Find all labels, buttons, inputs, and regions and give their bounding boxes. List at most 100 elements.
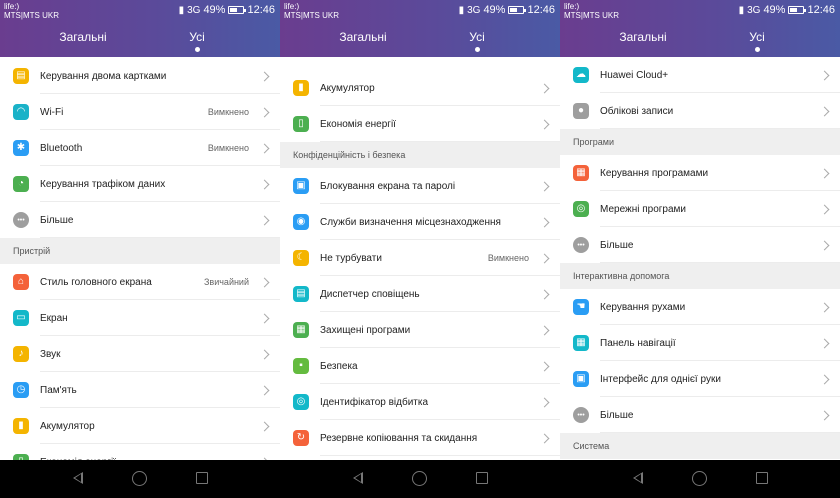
header: life:) MTS|MTS UKR ▮ 3G 49% 12:46 Загаль… — [0, 0, 280, 57]
settings-item-label: Мережні програми — [600, 203, 686, 215]
settings-item[interactable]: ••• Більше — [560, 397, 840, 433]
settings-item[interactable]: ◎ Ідентифікатор відбитка — [280, 384, 560, 420]
settings-item-label: Служби визначення місцезнаходження — [320, 216, 501, 228]
fingerprint-icon: ◎ — [293, 394, 309, 410]
signal-icon: ▮ — [178, 4, 185, 16]
power-saving-icon: ▯ — [293, 116, 309, 132]
active-tab-indicator — [754, 47, 760, 52]
settings-item-value: Вимкнено — [207, 107, 249, 117]
settings-item[interactable]: ▤ Диспетчер сповіщень — [280, 276, 560, 312]
back-icon[interactable] — [73, 472, 83, 484]
header: life:) MTS|MTS UKR ▮ 3G 49% 12:46 Загаль… — [560, 0, 840, 57]
settings-item[interactable]: ◎ Мережні програми — [560, 191, 840, 227]
lock-screen-icon: ▣ — [293, 178, 309, 194]
settings-item[interactable]: ▣ Інтерфейс для однієї руки — [560, 361, 840, 397]
tab-all[interactable]: Усі — [717, 30, 797, 52]
section-header: Конфіденційність і безпека — [280, 142, 560, 168]
signal-icon: ▮ — [738, 4, 745, 16]
signal-icon: ▮ — [458, 4, 465, 16]
recent-apps-icon[interactable] — [196, 472, 208, 484]
settings-item[interactable]: ▭ Екран — [0, 300, 280, 336]
settings-panel-2: life:) MTS|MTS UKR ▮ 3G 49% 12:46 Загаль… — [280, 0, 560, 460]
settings-item-label: Звук — [40, 348, 61, 360]
clock: 12:46 — [807, 4, 835, 16]
carrier-top: life:) — [284, 2, 300, 11]
tab-general[interactable]: Загальні — [323, 30, 403, 52]
protected-apps-icon: ▦ — [293, 322, 309, 338]
chevron-right-icon — [259, 277, 270, 287]
settings-item[interactable]: ▣ Блокування екрана та паролі — [280, 168, 560, 204]
battery-percent: 49% — [763, 4, 786, 16]
tab-general[interactable]: Загальні — [43, 30, 123, 52]
settings-item-label: Диспетчер сповіщень — [320, 288, 420, 300]
more-icon: ••• — [573, 237, 589, 253]
tab-all[interactable]: Усі — [157, 30, 237, 52]
chevron-right-icon — [259, 313, 270, 323]
section-header: Інтерактивна допомога — [560, 263, 840, 289]
settings-item[interactable]: ◔ Керування трафіком даних — [0, 166, 280, 202]
settings-item[interactable]: ▦ Керування програмами — [560, 155, 840, 191]
settings-item[interactable]: ••• Більше — [560, 227, 840, 263]
carrier-bottom: MTS|MTS UKR — [4, 11, 59, 20]
settings-item-label: Wi-Fi — [40, 106, 64, 118]
settings-item[interactable]: ◠ Wi-Fi Вимкнено — [0, 94, 280, 130]
settings-item[interactable]: ☁ Huawei Cloud+ — [560, 57, 840, 93]
battery-percent: 49% — [203, 4, 226, 16]
settings-item-value: Вимкнено — [487, 253, 529, 263]
settings-item[interactable]: ◉ Служби визначення місцезнаходження — [280, 204, 560, 240]
settings-item-label: Екран — [40, 312, 68, 324]
home-button-icon[interactable] — [412, 471, 427, 486]
back-icon[interactable] — [353, 472, 363, 484]
battery-icon: ▮ — [293, 80, 309, 96]
settings-item[interactable]: ⌂ Стиль головного екрана Звичайний — [0, 264, 280, 300]
settings-item[interactable]: ♪ Звук — [0, 336, 280, 372]
chevron-right-icon — [539, 433, 550, 443]
tab-general[interactable]: Загальні — [603, 30, 683, 52]
network-apps-icon: ◎ — [573, 201, 589, 217]
settings-item-label: Пам'ять — [40, 384, 77, 396]
recent-apps-icon[interactable] — [756, 472, 768, 484]
settings-item[interactable]: ▯Економія енергії — [0, 444, 280, 460]
settings-item[interactable]: ▯Економія енергії — [280, 106, 560, 142]
settings-item[interactable]: ▪ Безпека — [280, 348, 560, 384]
home-button-icon[interactable] — [132, 471, 147, 486]
tab-all[interactable]: Усі — [437, 30, 517, 52]
back-icon[interactable] — [633, 472, 643, 484]
settings-item[interactable]: ▮ Акумулятор — [280, 70, 560, 106]
settings-item[interactable]: ••• Більше — [0, 202, 280, 238]
carrier-info: life:) MTS|MTS UKR — [564, 2, 619, 20]
chevron-right-icon — [259, 71, 270, 81]
carrier-info: life:) MTS|MTS UKR — [284, 2, 339, 20]
settings-item[interactable]: ▦ Захищені програми — [280, 312, 560, 348]
settings-item-label: Акумулятор — [320, 82, 375, 94]
chevron-right-icon — [539, 217, 550, 227]
settings-item-label: Не турбувати — [320, 252, 382, 264]
cloud-icon: ☁ — [573, 67, 589, 83]
more-icon: ••• — [573, 407, 589, 423]
settings-item[interactable]: ↻ Резервне копіювання та скидання — [280, 420, 560, 456]
clock: 12:46 — [527, 4, 555, 16]
chevron-right-icon — [819, 70, 830, 80]
home-button-icon[interactable] — [692, 471, 707, 486]
recent-apps-icon[interactable] — [476, 472, 488, 484]
settings-item-label: Більше — [600, 409, 634, 421]
settings-item-label: Більше — [40, 214, 74, 226]
active-tab-indicator — [194, 47, 200, 52]
chevron-right-icon — [819, 374, 830, 384]
chevron-right-icon — [259, 179, 270, 189]
settings-panel-3: life:) MTS|MTS UKR ▮ 3G 49% 12:46 Загаль… — [560, 0, 840, 460]
carrier-bottom: MTS|MTS UKR — [564, 11, 619, 20]
settings-item[interactable]: ☾ Не турбувати Вимкнено — [280, 240, 560, 276]
chevron-right-icon — [539, 181, 550, 191]
settings-item[interactable]: ✱ Bluetooth Вимкнено — [0, 130, 280, 166]
settings-item[interactable]: ▦ Панель навігації — [560, 325, 840, 361]
active-tab-indicator — [474, 47, 480, 52]
settings-item[interactable]: ◷ Пам'ять — [0, 372, 280, 408]
settings-item[interactable]: ▤ Керування двома картками — [0, 58, 280, 94]
chevron-right-icon — [539, 253, 550, 263]
storage-icon: ◷ — [13, 382, 29, 398]
settings-item[interactable]: ☚ Керування рухами — [560, 289, 840, 325]
settings-item-label: Панель навігації — [600, 337, 676, 349]
settings-item[interactable]: ▮ Акумулятор — [0, 408, 280, 444]
settings-item[interactable]: ● Облікові записи — [560, 93, 840, 129]
